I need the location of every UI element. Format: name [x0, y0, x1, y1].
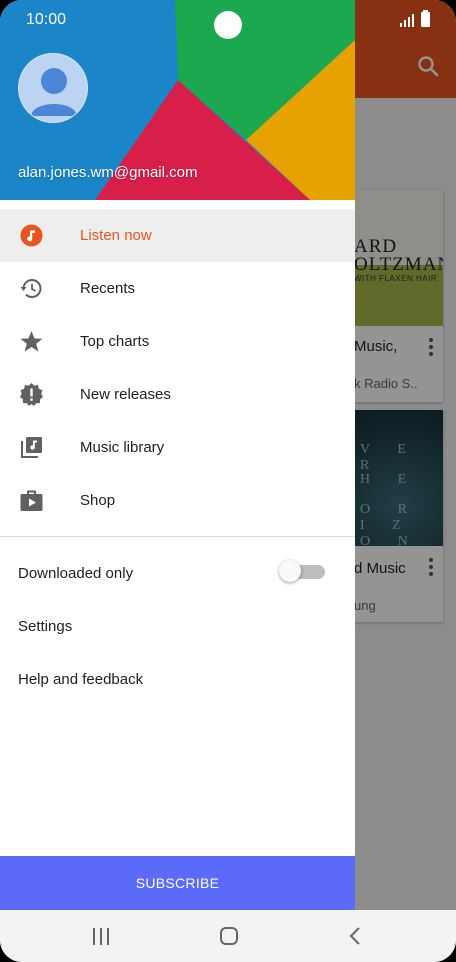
battery-icon: [421, 10, 430, 27]
nav-item-label: Top charts: [80, 333, 150, 350]
shop-icon: [20, 490, 43, 511]
system-nav-bar: [0, 910, 456, 962]
back-icon[interactable]: [348, 927, 362, 945]
settings-item[interactable]: Settings: [18, 618, 72, 635]
downloaded-only-label: Downloaded only: [18, 565, 134, 582]
person-icon: [31, 68, 77, 116]
music-note-icon: [20, 224, 43, 247]
status-bar: 10:00: [0, 0, 456, 39]
home-icon[interactable]: [220, 927, 238, 945]
library-music-icon: [21, 437, 42, 458]
signal-icon: [400, 14, 414, 27]
recent-apps-icon[interactable]: [92, 928, 110, 945]
status-time: 10:00: [26, 11, 67, 28]
drawer-nav-list: Listen now Recents Top charts New releas…: [0, 209, 355, 527]
avatar[interactable]: [18, 53, 88, 123]
nav-item-label: Listen now: [80, 227, 152, 244]
nav-item-music-library[interactable]: Music library: [0, 421, 355, 474]
help-feedback-item[interactable]: Help and feedback: [18, 671, 143, 688]
nav-item-shop[interactable]: Shop: [0, 474, 355, 527]
nav-item-top-charts[interactable]: Top charts: [0, 315, 355, 368]
toggle-knob: [279, 560, 301, 582]
divider: [0, 536, 355, 537]
subscribe-button[interactable]: SUBSCRIBE: [0, 856, 355, 910]
navigation-drawer: alan.jones.wm@gmail.com Listen now Recen…: [0, 0, 355, 910]
history-icon: [20, 279, 42, 298]
star-icon: [20, 331, 43, 352]
new-releases-icon: [20, 383, 43, 406]
nav-item-label: Recents: [80, 280, 136, 297]
nav-item-label: Music library: [80, 439, 165, 456]
nav-item-new-releases[interactable]: New releases: [0, 368, 355, 421]
downloaded-only-toggle[interactable]: [279, 560, 325, 582]
nav-item-label: Shop: [80, 492, 116, 509]
nav-item-recents[interactable]: Recents: [0, 262, 355, 315]
front-camera: [214, 11, 242, 39]
account-email[interactable]: alan.jones.wm@gmail.com: [18, 164, 197, 181]
nav-item-listen-now[interactable]: Listen now: [0, 209, 355, 262]
nav-item-label: New releases: [80, 386, 171, 403]
phone-screen: ARD OLTZMAN WITH FLAXEN HAIR Music, k Ra…: [0, 0, 456, 962]
